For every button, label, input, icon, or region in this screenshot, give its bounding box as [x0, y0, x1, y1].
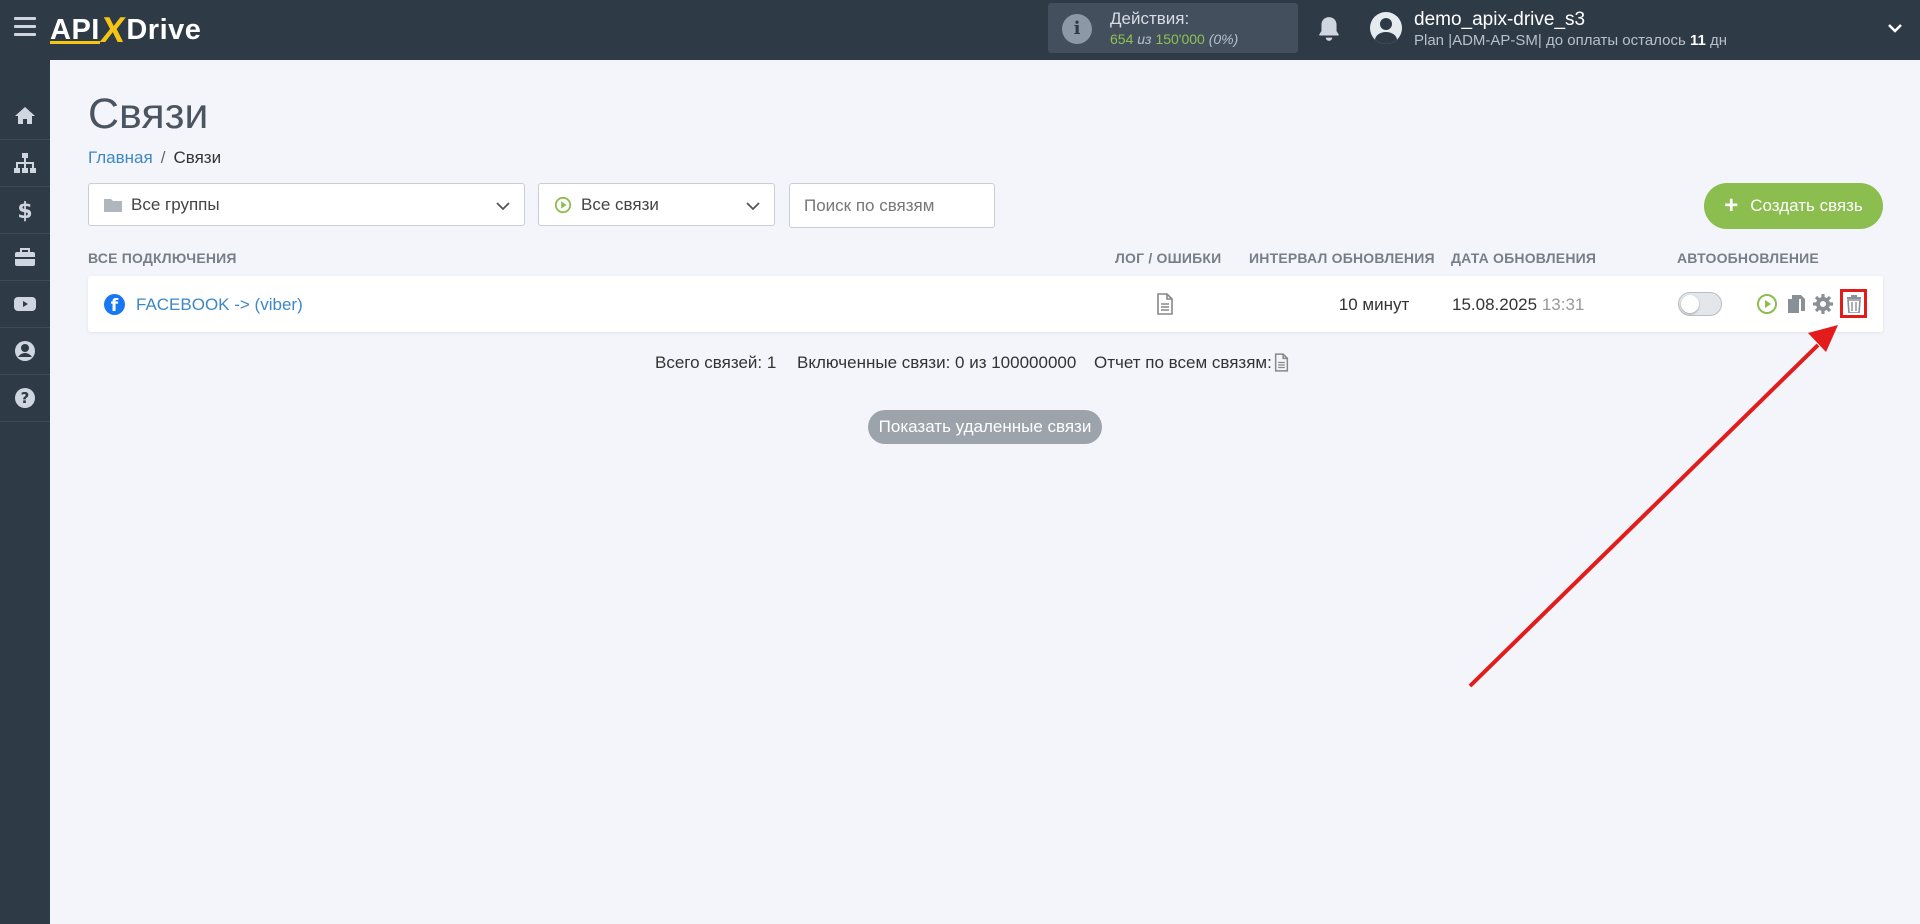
actions-counter[interactable]: i Действия: 654 из 150'000 (0%): [1048, 3, 1298, 53]
sidebar-item-help[interactable]: ?: [0, 375, 50, 422]
menu-icon[interactable]: [14, 17, 36, 37]
update-date-day: 15.08.2025: [1452, 295, 1538, 314]
actions-total: 150'000: [1155, 31, 1205, 47]
sidebar-item-services[interactable]: [0, 234, 50, 281]
status-select[interactable]: Все связи: [538, 183, 775, 226]
auto-update-toggle[interactable]: [1678, 292, 1722, 316]
logo-drive: Drive: [126, 13, 202, 46]
svg-text:?: ?: [21, 389, 30, 407]
show-deleted-button[interactable]: Показать удаленные связи: [868, 410, 1102, 444]
trash-icon: [1846, 294, 1861, 313]
logo[interactable]: API X Drive: [50, 8, 201, 52]
top-bar: API X Drive i Действия: 654 из 150'000 (0%…: [0, 0, 1920, 60]
actions-count: 654 из 150'000 (0%): [1110, 31, 1238, 47]
play-circle-icon: [554, 196, 572, 213]
log-document-icon[interactable]: [1156, 293, 1174, 315]
actions-of-word: из: [1137, 31, 1152, 47]
breadcrumb-current: Связи: [173, 148, 222, 167]
search-input[interactable]: [789, 183, 995, 228]
sidebar-item-connections[interactable]: [0, 140, 50, 187]
plan-text: Plan |ADM-AP-SM| до оплаты осталось: [1414, 32, 1686, 49]
update-interval: 10 минут: [1338, 295, 1410, 314]
groups-select-value: Все группы: [131, 194, 220, 214]
youtube-icon: [14, 297, 36, 311]
column-header-all: ВСЕ ПОДКЛЮЧЕНИЯ: [88, 250, 237, 266]
sidebar: $ ?: [0, 60, 50, 924]
report-label: Отчет по всем связям:: [1094, 353, 1272, 372]
logo-api: API: [50, 13, 100, 46]
plan-days: 11: [1689, 32, 1706, 49]
facebook-icon: f: [104, 294, 125, 315]
total-connections: Всего связей: 1: [655, 353, 777, 372]
connection-name[interactable]: FACEBOOK -> (viber): [136, 295, 303, 315]
dollar-icon: $: [17, 199, 32, 222]
report-document-icon[interactable]: [1274, 353, 1289, 372]
actions-used: 654: [1110, 31, 1134, 47]
delete-button[interactable]: [1840, 289, 1867, 318]
plus-icon: +: [1724, 192, 1739, 219]
folder-icon: [104, 198, 122, 212]
plan-info: Plan |ADM-AP-SM| до оплаты осталось 11 д…: [1414, 32, 1727, 49]
logo-x: X: [98, 9, 129, 50]
breadcrumb-separator: /: [160, 148, 166, 167]
breadcrumb-home[interactable]: Главная: [88, 148, 153, 167]
chevron-down-icon: [746, 202, 760, 211]
groups-select[interactable]: Все группы: [88, 183, 525, 226]
annotation-arrow: [1468, 325, 1838, 688]
create-connection-label: Создать связь: [1750, 196, 1863, 215]
username[interactable]: demo_apix-drive_s3: [1414, 9, 1585, 31]
update-date: 15.08.2025 13:31: [1452, 295, 1584, 315]
column-header-interval: ИНТЕРВАЛ ОБНОВЛЕНИЯ: [1249, 250, 1435, 266]
table-row: f FACEBOOK -> (viber) 10 минут 15.08.202…: [88, 276, 1883, 332]
sidebar-item-billing[interactable]: $: [0, 187, 50, 234]
gear-icon[interactable]: [1812, 293, 1834, 315]
enabled-connections: Включенные связи: 0 из 100000000: [797, 353, 1077, 372]
actions-title: Действия:: [1110, 9, 1190, 28]
column-header-log: ЛОГ / ОШИБКИ: [1115, 250, 1222, 266]
briefcase-icon: [15, 248, 35, 266]
chevron-down-icon[interactable]: [1887, 20, 1903, 36]
report-all: Отчет по всем связям:: [1094, 353, 1272, 373]
update-date-time: 13:31: [1541, 295, 1585, 314]
play-circle-icon[interactable]: [1756, 293, 1778, 315]
bell-icon[interactable]: [1316, 15, 1342, 43]
plan-days-suffix: дн: [1709, 32, 1728, 49]
chevron-down-icon: [496, 202, 510, 211]
create-connection-button[interactable]: + Создать связь: [1704, 183, 1883, 229]
sitemap-icon: [14, 153, 36, 173]
page-title: Связи: [88, 90, 209, 138]
help-icon: ?: [15, 388, 35, 408]
actions-percent: (0%): [1208, 31, 1239, 47]
info-icon: i: [1062, 14, 1092, 44]
copy-icon[interactable]: [1785, 293, 1807, 315]
status-select-value: Все связи: [581, 194, 659, 214]
sidebar-item-profile[interactable]: [0, 328, 50, 375]
user-circle-icon: [15, 341, 35, 361]
column-header-date: ДАТА ОБНОВЛЕНИЯ: [1451, 250, 1597, 266]
sidebar-item-video[interactable]: [0, 281, 50, 328]
breadcrumb: Главная / Связи: [88, 148, 221, 168]
avatar[interactable]: [1370, 12, 1402, 44]
column-header-auto: АВТООБНОВЛЕНИЕ: [1677, 250, 1819, 266]
svg-text:$: $: [17, 199, 32, 222]
sidebar-item-home[interactable]: [0, 93, 50, 140]
home-icon: [15, 107, 35, 124]
